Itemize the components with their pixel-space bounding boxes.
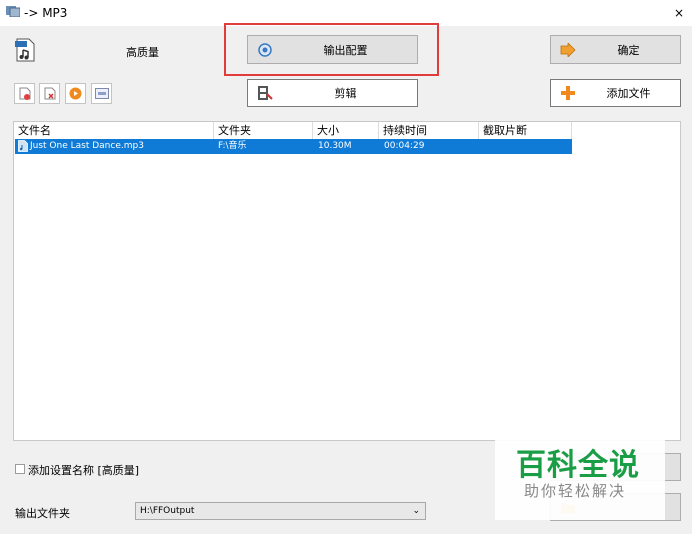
clip-button[interactable]: 剪辑 xyxy=(247,79,418,107)
arrow-right-icon xyxy=(559,41,577,59)
plus-icon xyxy=(559,84,577,102)
add-file-button[interactable]: 添加文件 xyxy=(550,79,681,107)
chevron-down-icon: ⌄ xyxy=(412,506,420,516)
column-header-duration[interactable]: 持续时间 xyxy=(379,122,479,139)
add-setting-name-label[interactable]: 添加设置名称 [高质量] xyxy=(28,462,139,478)
clear-list-button[interactable] xyxy=(39,83,60,104)
film-clip-icon xyxy=(256,84,274,102)
output-folder-value: H:\FFOutput xyxy=(140,506,195,516)
column-header-clip[interactable]: 截取片断 xyxy=(479,122,572,139)
clip-label: 剪辑 xyxy=(334,87,357,100)
media-info-button[interactable] xyxy=(91,83,112,104)
add-file-label: 添加文件 xyxy=(606,87,651,100)
media-info-icon xyxy=(94,88,109,99)
quality-label: 高质量 xyxy=(126,46,159,59)
close-button[interactable]: × xyxy=(666,0,692,26)
remove-file-icon xyxy=(19,87,30,100)
ok-label: 确定 xyxy=(617,43,640,57)
play-button[interactable] xyxy=(65,83,86,104)
ok-button[interactable]: 确定 xyxy=(550,35,681,64)
cell-size: 10.30M xyxy=(318,141,352,151)
app-icon xyxy=(6,5,21,18)
output-config-button[interactable]: 输出配置 xyxy=(247,35,418,64)
settings-icon xyxy=(256,41,274,59)
cell-duration: 00:04:29 xyxy=(384,141,425,151)
mp3-format-icon xyxy=(15,38,35,62)
clear-list-icon xyxy=(44,87,55,100)
output-config-label: 输出配置 xyxy=(323,43,368,57)
cell-filename: Just One Last Dance.mp3 xyxy=(30,141,144,151)
watermark-title: 百科全说 xyxy=(516,448,640,483)
output-folder-select[interactable]: H:\FFOutput ⌄ xyxy=(135,502,426,520)
watermark-subtitle: 助你轻松解决 xyxy=(524,482,627,500)
column-header-size[interactable]: 大小 xyxy=(313,122,379,139)
output-folder-label: 输出文件夹 xyxy=(15,507,70,520)
add-setting-name-checkbox[interactable] xyxy=(15,464,25,474)
cell-folder: F:\音乐 xyxy=(218,141,247,151)
file-list[interactable]: 文件名 文件夹 大小 持续时间 截取片断 Just One Last Dance… xyxy=(13,121,681,441)
column-header-filename[interactable]: 文件名 xyxy=(14,122,214,139)
remove-file-button[interactable] xyxy=(14,83,35,104)
audio-file-icon xyxy=(18,140,28,158)
table-row[interactable]: Just One Last Dance.mp3 F:\音乐 10.30M 00:… xyxy=(15,139,572,154)
play-icon xyxy=(69,87,82,100)
column-header-folder[interactable]: 文件夹 xyxy=(214,122,313,139)
window-title: -> MP3 xyxy=(24,6,68,20)
